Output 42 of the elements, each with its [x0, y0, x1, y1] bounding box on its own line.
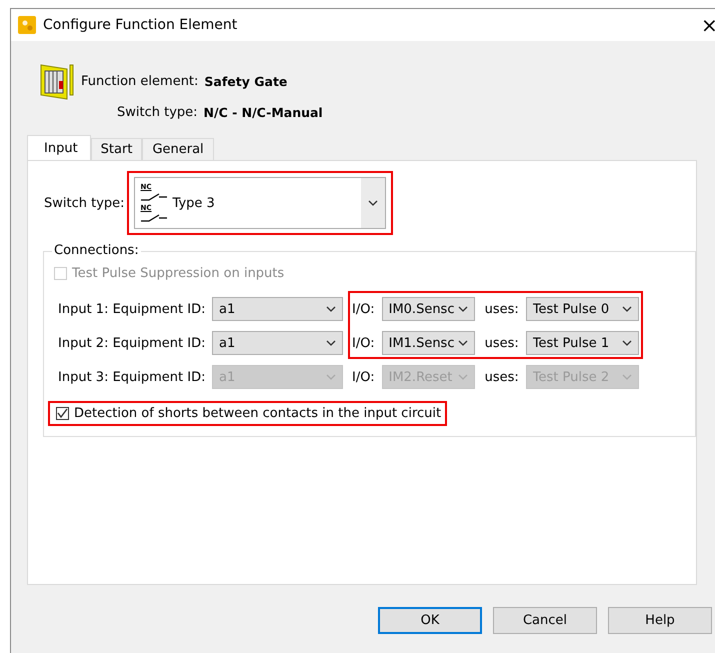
chevron-down-icon	[458, 340, 468, 346]
chevron-down-icon	[326, 306, 336, 312]
equipment-dropdown[interactable]: a1	[212, 297, 343, 321]
chevron-down-icon	[368, 200, 378, 206]
input-label: Input 2: Equipment ID:	[58, 336, 207, 350]
switch-type-value: N/C - N/C-Manual	[204, 105, 323, 120]
io-dropdown[interactable]: IM0.Sensc	[382, 297, 475, 321]
function-element-value: Safety Gate	[204, 74, 288, 88]
chevron-down-icon	[458, 374, 468, 380]
switch-type-label: Switch type:	[44, 196, 125, 210]
chevron-down-icon	[622, 306, 632, 312]
tab[interactable]: Input	[27, 135, 91, 160]
window-title: Configure Function Element	[43, 17, 238, 33]
io-label: I/O:	[352, 302, 375, 316]
input-label: Input 3: Equipment ID:	[58, 370, 207, 384]
io-dropdown[interactable]: IM1.Sensc	[382, 331, 475, 355]
close-button[interactable]: ×	[701, 15, 715, 35]
switch-type-label: Switch type:	[117, 105, 198, 120]
chevron-down-icon	[326, 340, 336, 346]
checkbox-label: Test Pulse Suppression on inputs	[72, 266, 284, 281]
function-element-label: Function element:	[81, 74, 198, 88]
test-pulse-dropdown[interactable]: Test Pulse 1	[526, 331, 639, 355]
chevron-down-icon	[458, 306, 468, 312]
chevron-down-icon	[622, 340, 632, 346]
equipment-dropdown[interactable]: a1	[212, 331, 343, 355]
app-icon	[18, 16, 36, 34]
chevron-down-icon	[326, 374, 336, 380]
uses-label: uses:	[484, 336, 519, 350]
io-label: I/O:	[352, 370, 375, 384]
uses-label: uses:	[484, 370, 519, 384]
io-label: I/O:	[352, 336, 375, 350]
test-pulse-dropdown[interactable]: Test Pulse 0	[526, 297, 639, 321]
checkbox-label: Detection of shorts between contacts in the input circuit	[74, 406, 442, 421]
uses-label: uses:	[484, 302, 519, 316]
dialog-button[interactable]: Cancel	[493, 607, 597, 634]
dialog-button[interactable]: OK	[378, 607, 482, 634]
input-label: Input 1: Equipment ID:	[58, 302, 207, 316]
dialog-button[interactable]: Help	[608, 607, 712, 634]
tab[interactable]: General	[142, 138, 214, 160]
checkbox[interactable]	[56, 407, 69, 420]
chevron-down-icon	[622, 374, 632, 380]
tab[interactable]: Start	[90, 138, 142, 160]
